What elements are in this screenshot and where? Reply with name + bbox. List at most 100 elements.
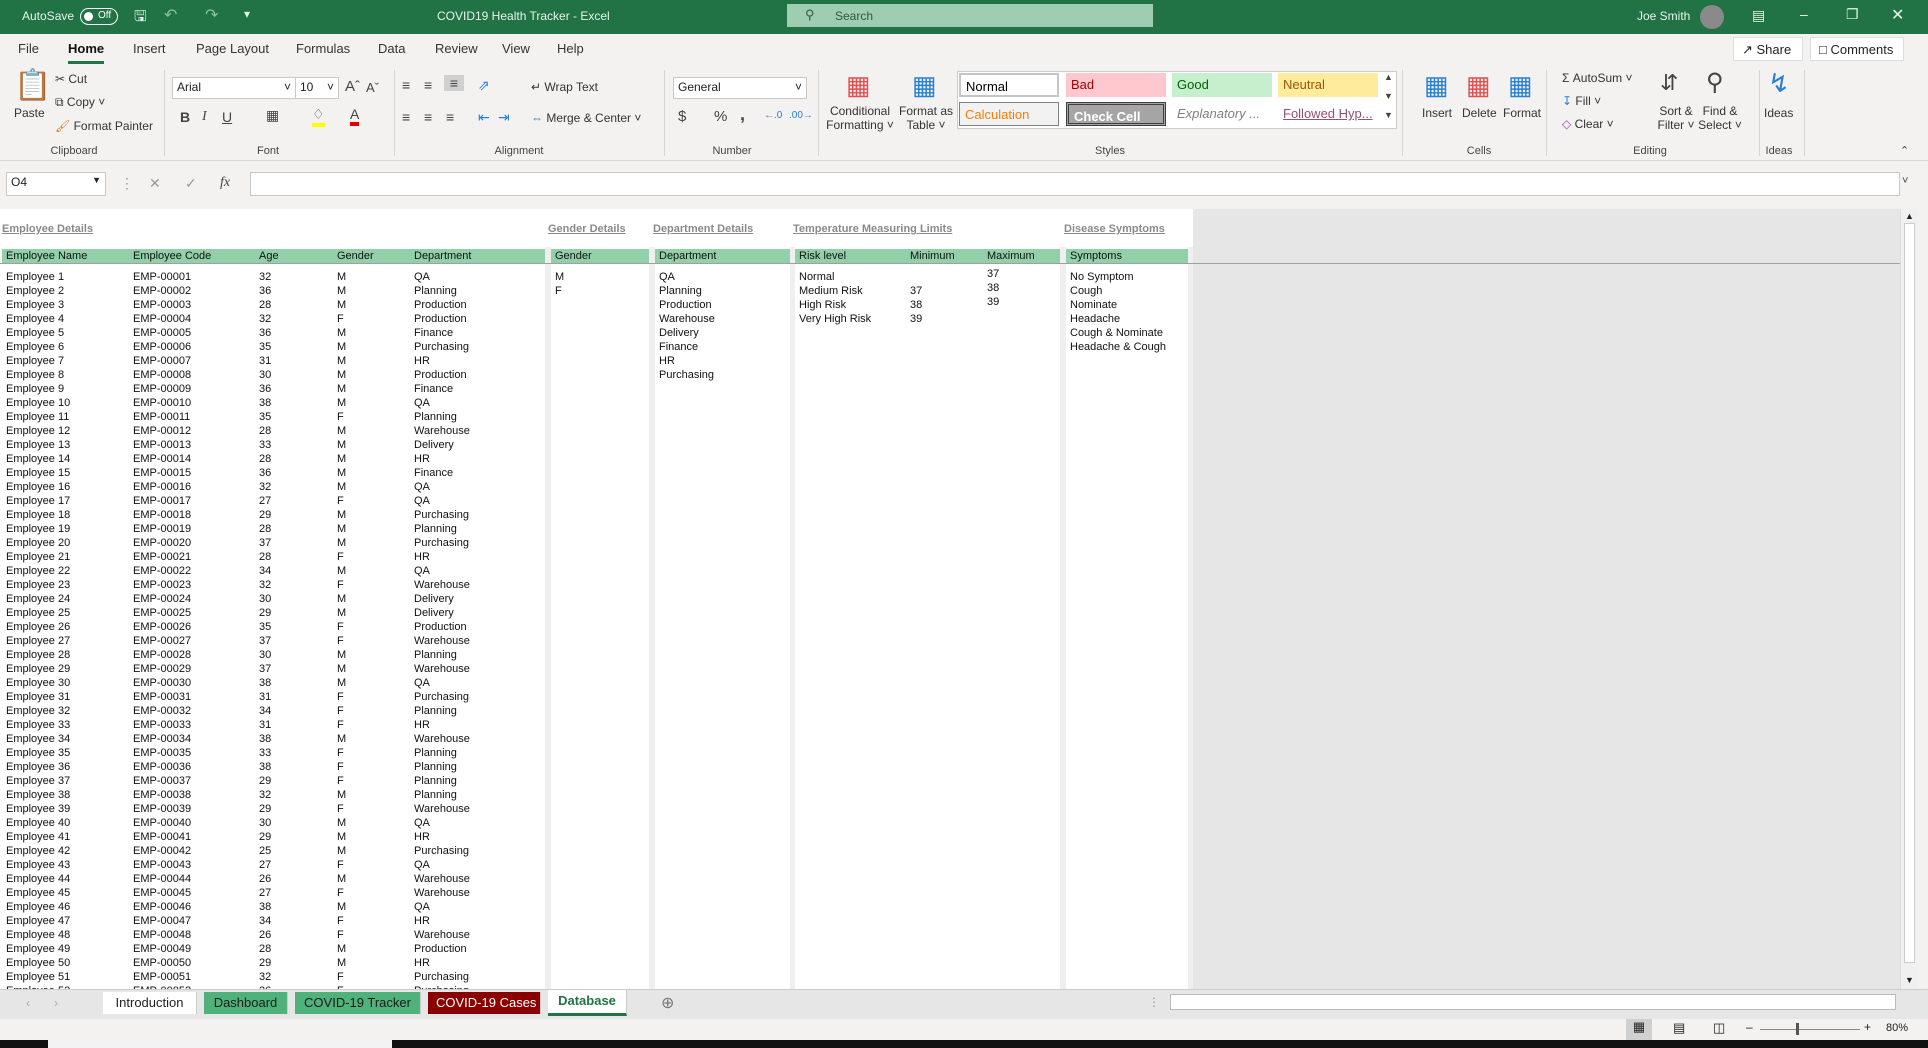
sheet-tab-covid-19-tracker[interactable]: COVID-19 Tracker: [295, 992, 421, 1014]
employee-code-cell[interactable]: EMP-00044: [133, 872, 191, 886]
department-cell[interactable]: Warehouse: [414, 886, 470, 900]
department-cell[interactable]: HR: [414, 956, 430, 970]
employee-code-cell[interactable]: EMP-00025: [133, 606, 191, 620]
employee-name-cell[interactable]: Employee 50: [6, 956, 70, 970]
align-right-icon[interactable]: ≡: [446, 109, 454, 125]
department-cell[interactable]: QA: [414, 270, 430, 284]
symptom-cell[interactable]: No Symptom: [1070, 270, 1134, 284]
department-cell[interactable]: Purchasing: [414, 508, 469, 522]
age-cell[interactable]: 34: [259, 564, 271, 578]
search-input[interactable]: ⚲ Search: [787, 4, 1153, 27]
gender-cell[interactable]: F: [337, 858, 344, 872]
vertical-scrollbar[interactable]: ▲ ▼: [1900, 209, 1918, 989]
employee-code-cell[interactable]: EMP-00019: [133, 522, 191, 536]
age-cell[interactable]: 33: [259, 746, 271, 760]
column-header[interactable]: Symptoms: [1070, 249, 1122, 263]
gender-cell[interactable]: M: [337, 872, 346, 886]
zoom-level[interactable]: 80%: [1886, 1022, 1908, 1034]
employee-name-cell[interactable]: Employee 19: [6, 522, 70, 536]
gender-cell[interactable]: M: [337, 508, 346, 522]
department-cell[interactable]: Warehouse: [414, 424, 470, 438]
normal-view-icon[interactable]: ▦: [1626, 1019, 1652, 1040]
age-cell[interactable]: 34: [259, 704, 271, 718]
department-cell[interactable]: HR: [414, 550, 430, 564]
font-size-select[interactable]: 10 ˅: [295, 77, 339, 99]
collapse-ribbon-icon[interactable]: ⌃: [1900, 144, 1909, 157]
employee-name-cell[interactable]: Employee 10: [6, 396, 70, 410]
taskbar-item[interactable]: [48, 1040, 392, 1048]
insert-function-button[interactable]: fx: [220, 175, 230, 191]
age-cell[interactable]: 31: [259, 690, 271, 704]
employee-code-cell[interactable]: EMP-00041: [133, 830, 191, 844]
merge-center-button[interactable]: ⇔ Merge & Center ˅: [531, 111, 641, 125]
age-cell[interactable]: 38: [259, 732, 271, 746]
employee-name-cell[interactable]: Employee 41: [6, 830, 70, 844]
employee-code-cell[interactable]: EMP-00010: [133, 396, 191, 410]
column-header[interactable]: Minimum: [910, 249, 955, 263]
zoom-slider-thumb[interactable]: [1796, 1023, 1799, 1035]
risk-level-cell[interactable]: Normal: [799, 270, 834, 284]
department-cell[interactable]: QA: [414, 564, 430, 578]
gender-cell[interactable]: F: [337, 914, 344, 928]
gender-cell[interactable]: F: [337, 550, 344, 564]
cell-style-calculation[interactable]: Calculation: [959, 102, 1059, 126]
zoom-out-icon[interactable]: –: [1746, 1020, 1753, 1034]
employee-name-cell[interactable]: Employee 1: [6, 270, 64, 284]
age-cell[interactable]: 26: [259, 872, 271, 886]
age-cell[interactable]: 30: [259, 368, 271, 382]
age-cell[interactable]: 27: [259, 494, 271, 508]
column-header[interactable]: Age: [259, 249, 279, 263]
insert-button[interactable]: Insert: [1422, 106, 1452, 120]
employee-name-cell[interactable]: Employee 8: [6, 368, 64, 382]
maximum-cell[interactable]: 38: [987, 281, 999, 295]
employee-name-cell[interactable]: Employee 36: [6, 760, 70, 774]
employee-name-cell[interactable]: Employee 40: [6, 816, 70, 830]
employee-name-cell[interactable]: Employee 26: [6, 620, 70, 634]
format-cells-icon[interactable]: ▦: [1508, 70, 1533, 101]
department-cell[interactable]: Production: [414, 298, 467, 312]
cell-style-explanatory[interactable]: Explanatory ...: [1172, 102, 1272, 126]
gender-cell[interactable]: M: [337, 466, 346, 480]
add-sheet-icon[interactable]: ⊕: [661, 993, 674, 1013]
department-cell[interactable]: Finance: [414, 466, 453, 480]
align-center-icon[interactable]: ≡: [424, 109, 432, 125]
department-cell[interactable]: QA: [414, 900, 430, 914]
column-header[interactable]: Maximum: [987, 249, 1035, 263]
gender-cell[interactable]: F: [337, 802, 344, 816]
increase-font-icon[interactable]: Aˆ: [345, 78, 360, 95]
employee-name-cell[interactable]: Employee 15: [6, 466, 70, 480]
age-cell[interactable]: 28: [259, 298, 271, 312]
gender-cell[interactable]: M: [337, 606, 346, 620]
close-icon[interactable]: ✕: [1891, 5, 1904, 25]
employee-name-cell[interactable]: Employee 35: [6, 746, 70, 760]
risk-level-cell[interactable]: Medium Risk: [799, 284, 863, 298]
department-cell[interactable]: Production: [659, 298, 712, 312]
gender-cell[interactable]: M: [337, 564, 346, 578]
age-cell[interactable]: 32: [259, 270, 271, 284]
gender-cell[interactable]: F: [337, 886, 344, 900]
employee-code-cell[interactable]: EMP-00016: [133, 480, 191, 494]
employee-name-cell[interactable]: Employee 32: [6, 704, 70, 718]
age-cell[interactable]: 30: [259, 592, 271, 606]
gender-cell[interactable]: M: [337, 816, 346, 830]
employee-code-cell[interactable]: EMP-00026: [133, 620, 191, 634]
employee-code-cell[interactable]: EMP-00008: [133, 368, 191, 382]
age-cell[interactable]: 25: [259, 844, 271, 858]
name-box[interactable]: O4 ▼: [6, 172, 106, 196]
zoom-in-icon[interactable]: +: [1864, 1020, 1871, 1034]
employee-code-cell[interactable]: EMP-00036: [133, 760, 191, 774]
employee-code-cell[interactable]: EMP-00015: [133, 466, 191, 480]
gender-cell[interactable]: M: [337, 340, 346, 354]
gender-cell[interactable]: M: [337, 844, 346, 858]
column-header[interactable]: Gender: [555, 249, 592, 263]
department-cell[interactable]: Warehouse: [414, 732, 470, 746]
conditional-formatting-icon[interactable]: ▦: [846, 70, 871, 101]
employee-name-cell[interactable]: Employee 37: [6, 774, 70, 788]
age-cell[interactable]: 29: [259, 508, 271, 522]
gallery-more-icon[interactable]: ▼: [1384, 110, 1393, 120]
age-cell[interactable]: 28: [259, 522, 271, 536]
tab-view[interactable]: View: [502, 41, 530, 56]
scroll-up-icon[interactable]: ▲: [1905, 211, 1914, 221]
department-cell[interactable]: Planning: [414, 704, 457, 718]
split-handle-icon[interactable]: ⋮: [1148, 995, 1160, 1009]
